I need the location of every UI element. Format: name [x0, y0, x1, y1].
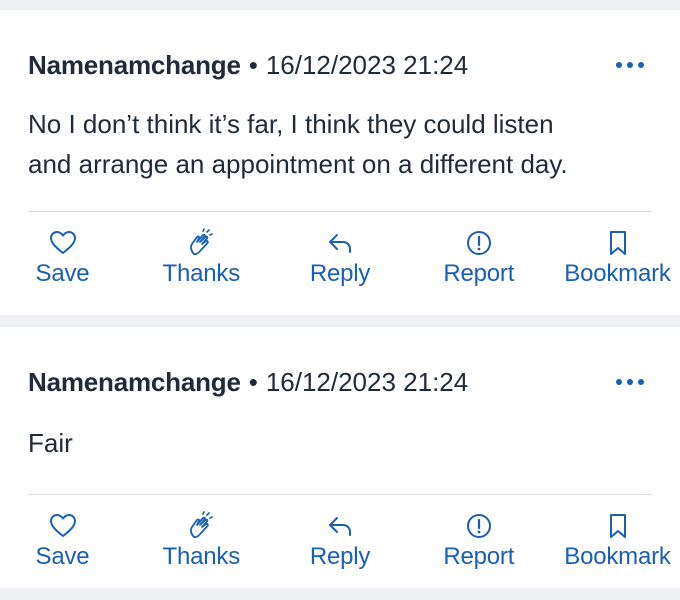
reply-arrow-icon	[329, 517, 351, 536]
post-card: Namenamchange • 16/12/2023 21:24 No I do…	[0, 10, 680, 315]
post-author[interactable]: Namenamchange	[28, 367, 241, 398]
post-timestamp: 16/12/2023 21:24	[265, 366, 469, 397]
bookmark-label: Bookmark	[564, 543, 671, 570]
post-actions: Save Thanks Reply Report Bookmark	[28, 212, 671, 288]
reply-label: Reply	[309, 543, 371, 570]
thanks-label: Thanks	[162, 543, 240, 570]
save-button[interactable]: Save	[0, 228, 125, 288]
separator-dot: •	[248, 366, 258, 397]
heart-icon	[49, 514, 76, 537]
save-button[interactable]: Save	[0, 511, 125, 571]
post-body: No I don’t think it’s far, I think they …	[28, 104, 652, 184]
report-label: Report	[443, 260, 515, 287]
more-options-button[interactable]	[616, 54, 644, 76]
separator-dot: •	[248, 49, 258, 80]
post-body-line: and arrange an appointment on a differen…	[28, 149, 568, 179]
reply-button[interactable]: Reply	[278, 511, 403, 571]
post-actions: Save Thanks Reply Report Bookmark	[28, 495, 671, 571]
report-button[interactable]: Report	[416, 511, 541, 571]
more-dot-icon	[638, 379, 644, 385]
report-button[interactable]: Report	[416, 228, 541, 288]
more-dot-icon	[638, 62, 644, 68]
more-options-button[interactable]	[616, 371, 644, 393]
thanks-button[interactable]: Thanks	[139, 511, 264, 571]
exclamation-circle-icon	[466, 231, 491, 255]
heart-icon	[49, 231, 76, 254]
exclamation-circle-icon	[466, 514, 491, 538]
post-body: Fair	[28, 423, 652, 463]
thanks-button[interactable]: Thanks	[139, 228, 264, 288]
post-author[interactable]: Namenamchange	[28, 50, 241, 81]
more-dot-icon	[616, 379, 622, 385]
post-timestamp: 16/12/2023 21:24	[265, 49, 469, 80]
bookmark-button[interactable]: Bookmark	[555, 511, 680, 571]
more-dot-icon	[627, 62, 633, 68]
post-card: Namenamchange • 16/12/2023 21:24 Fair Sa…	[0, 327, 680, 588]
thanks-label: Thanks	[162, 260, 240, 287]
post-header: Namenamchange • 16/12/2023 21:24	[28, 10, 652, 82]
post-body-line: Fair	[28, 428, 73, 458]
clapping-hands-icon	[190, 511, 214, 539]
post-body-line: No I don’t think it’s far, I think they …	[28, 109, 554, 139]
reply-label: Reply	[309, 260, 371, 287]
bookmark-icon	[609, 514, 626, 538]
bookmark-button[interactable]: Bookmark	[555, 228, 680, 288]
more-dot-icon	[616, 62, 622, 68]
reply-arrow-icon	[329, 234, 351, 253]
top-spacer	[0, 0, 680, 10]
post-header: Namenamchange • 16/12/2023 21:24	[28, 327, 652, 399]
bookmark-icon	[609, 231, 626, 255]
save-label: Save	[35, 543, 90, 570]
report-label: Report	[443, 543, 515, 570]
bookmark-label: Bookmark	[564, 260, 671, 287]
save-label: Save	[35, 260, 90, 287]
reply-button[interactable]: Reply	[278, 228, 403, 288]
clapping-hands-icon	[190, 228, 214, 256]
more-dot-icon	[627, 379, 633, 385]
